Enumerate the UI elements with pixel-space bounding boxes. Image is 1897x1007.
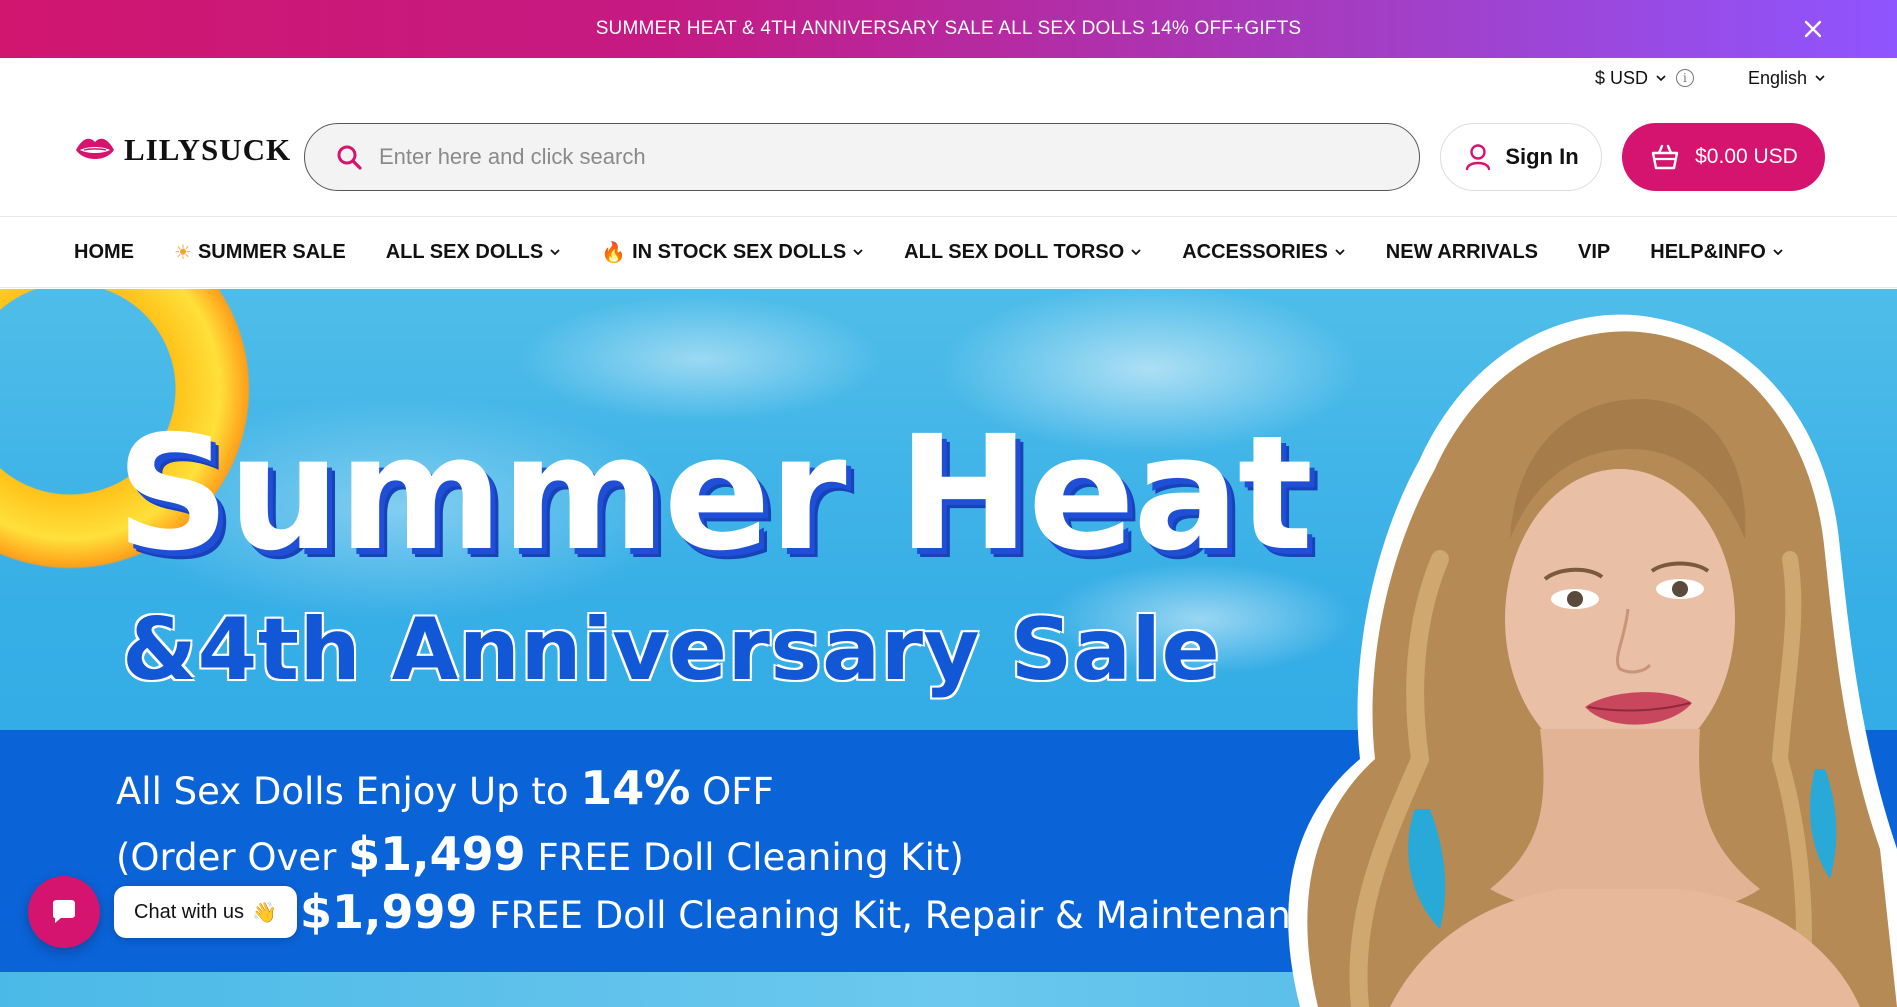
cart-total: $0.00 USD [1695,145,1798,168]
nav-item-label: ALL SEX DOLLS [385,240,544,263]
site-logo[interactable]: LILYSUCK [74,132,291,168]
main-nav: HOME ☀ SUMMER SALE ALL SEX DOLLS 🔥 IN STOCK S… [0,216,1897,288]
waving-hand-icon: 👋 [252,901,277,924]
nav-item-label: NEW ARRIVALS [1385,240,1539,263]
nav-item-home[interactable]: HOME [74,241,134,264]
chevron-down-icon [853,249,863,256]
nav-item-label: HOME [74,240,134,263]
chevron-down-icon [1131,249,1141,256]
cart-button[interactable]: $0.00 USD [1622,123,1825,191]
language-label: English [1747,67,1807,88]
nav-item-label: ACCESSORIES [1182,240,1328,263]
announcement-bar: SUMMER HEAT & 4TH ANNIVERSARY SALE ALL S… [0,0,1897,58]
chevron-down-icon [1773,249,1783,256]
promo-line-3-amount: $1,999 [300,885,478,939]
chevron-down-icon [1335,249,1345,256]
promo-line-2: (Order Over $1,499 FREE Doll Cleaning Ki… [116,827,964,881]
nav-item-all-sex-doll-torso[interactable]: ALL SEX DOLL TORSO [904,241,1142,264]
search-bar[interactable] [304,123,1420,191]
nav-item-summer-sale[interactable]: ☀ SUMMER SALE [174,240,346,265]
promo-line-2-suffix: FREE Doll Cleaning Kit) [525,836,964,879]
promo-line-1-suffix: OFF [690,770,774,813]
chat-label-text: Chat with us [134,900,245,923]
promo-line-2-amount: $1,499 [348,827,526,881]
close-icon[interactable] [1799,15,1827,43]
user-icon [1466,144,1491,171]
nav-item-label: HELP&INFO [1650,240,1766,263]
utility-bar: $ USD i English [1595,62,1827,94]
nav-item-vip[interactable]: VIP [1578,241,1610,264]
chat-button[interactable] [28,876,100,948]
currency-label: $ USD [1594,67,1648,88]
chat-bubble-icon [53,900,75,923]
chevron-down-icon [1656,75,1666,82]
chat-label[interactable]: Chat with us 👋 [114,886,297,938]
promo-line-1-discount: 14% [580,761,691,815]
nav-item-label: IN STOCK SEX DOLLS [632,240,847,263]
sign-in-button[interactable]: Sign In [1440,123,1602,191]
nav-item-new-arrivals[interactable]: NEW ARRIVALS [1386,241,1538,264]
announcement-text: SUMMER HEAT & 4TH ANNIVERSARY SALE ALL S… [595,18,1302,39]
sign-in-label: Sign In [1505,144,1579,169]
nav-item-label: ALL SEX DOLL TORSO [904,240,1125,263]
model-image [1288,314,1897,1007]
promo-line-1: All Sex Dolls Enjoy Up to 14% OFF [116,761,774,815]
language-selector[interactable]: English [1748,68,1827,89]
nav-item-in-stock-sex-dolls[interactable]: 🔥 IN STOCK SEX DOLLS [601,240,864,265]
chevron-down-icon [1815,75,1825,82]
fire-icon: 🔥 [601,241,627,264]
promo-line-2-prefix: (Order Over [116,836,349,879]
sun-icon: ☀ [174,241,192,264]
nav-item-accessories[interactable]: ACCESSORIES [1182,241,1346,264]
logo-text: LILYSUCK [124,132,292,167]
hero-headline: Summer Heat [116,402,1313,586]
search-icon[interactable] [335,143,363,171]
basket-icon [1651,144,1679,170]
search-input[interactable] [379,144,1279,170]
nav-item-label: VIP [1578,240,1611,263]
nav-item-label: SUMMER SALE [197,240,346,263]
hero-subhead: &4th Anniversary Sale [122,600,1221,700]
nav-item-help-info[interactable]: HELP&INFO [1650,241,1784,264]
chevron-down-icon [550,249,560,256]
info-icon[interactable]: i [1675,69,1694,87]
currency-selector[interactable]: $ USD i [1595,68,1694,89]
nav-item-all-sex-dolls[interactable]: ALL SEX DOLLS [386,241,561,264]
promo-line-1-prefix: All Sex Dolls Enjoy Up to [116,770,581,813]
lips-logo-icon [76,138,114,159]
